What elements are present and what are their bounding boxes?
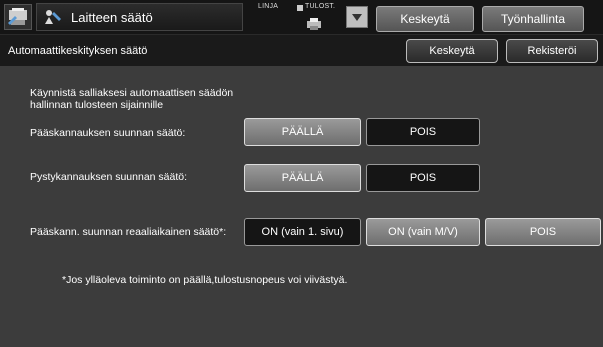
realtime-off-button[interactable]: POIS — [485, 218, 601, 246]
sub-header: Automaattikeskityksen säätö Keskeytä Rek… — [0, 34, 603, 67]
realtime-on-first-page-button[interactable]: ON (vain 1. sivu) — [244, 218, 361, 246]
window-title: Laitteen säätö — [71, 10, 153, 25]
main-scan-off-button[interactable]: POIS — [366, 118, 480, 146]
title-box: Laitteen säätö — [36, 3, 243, 31]
realtime-on-bw-button[interactable]: ON (vain M/V) — [366, 218, 480, 246]
realtime-adjust-label: Pääskann. suunnan reaaliaikainen säätö*: — [30, 226, 227, 238]
printer-icon — [307, 18, 321, 30]
main-scan-direction-label: Pääskannauksen suunnan säätö: — [30, 127, 186, 139]
tulost-indicator-icon — [297, 5, 303, 11]
adjust-tool-icon — [45, 10, 61, 24]
sub-scan-on-button[interactable]: PÄÄLLÄ — [244, 164, 361, 192]
pause-button[interactable]: Keskeytä — [376, 6, 474, 32]
tulost-label: TULOST. — [305, 3, 336, 10]
footnote: *Jos ylläoleva toiminto on päällä,tulost… — [62, 274, 348, 286]
linja-label: LINJA — [258, 3, 279, 10]
main-scan-on-button[interactable]: PÄÄLLÄ — [244, 118, 361, 146]
sub-scan-direction-label: Pystykannauksen suunnan säätö: — [30, 171, 188, 183]
register-button[interactable]: Rekisteröi — [506, 39, 598, 63]
page-title: Automaattikeskityksen säätö — [8, 45, 148, 57]
job-management-button[interactable]: Työnhallinta — [482, 6, 584, 32]
device-settings-icon — [4, 4, 32, 30]
top-bar: Laitteen säätö LINJA TULOST. Keskeytä Ty… — [0, 0, 603, 34]
intro-text-line2: hallinnan tulosteen sijainnille — [30, 99, 164, 111]
intro-text-line1: Käynnistä salliaksesi automaattisen sääd… — [30, 87, 234, 99]
settings-panel: Käynnistä salliaksesi automaattisen sääd… — [0, 66, 603, 347]
sub-scan-off-button[interactable]: POIS — [366, 164, 480, 192]
cancel-button[interactable]: Keskeytä — [406, 39, 498, 63]
dropdown-button[interactable] — [346, 6, 368, 28]
